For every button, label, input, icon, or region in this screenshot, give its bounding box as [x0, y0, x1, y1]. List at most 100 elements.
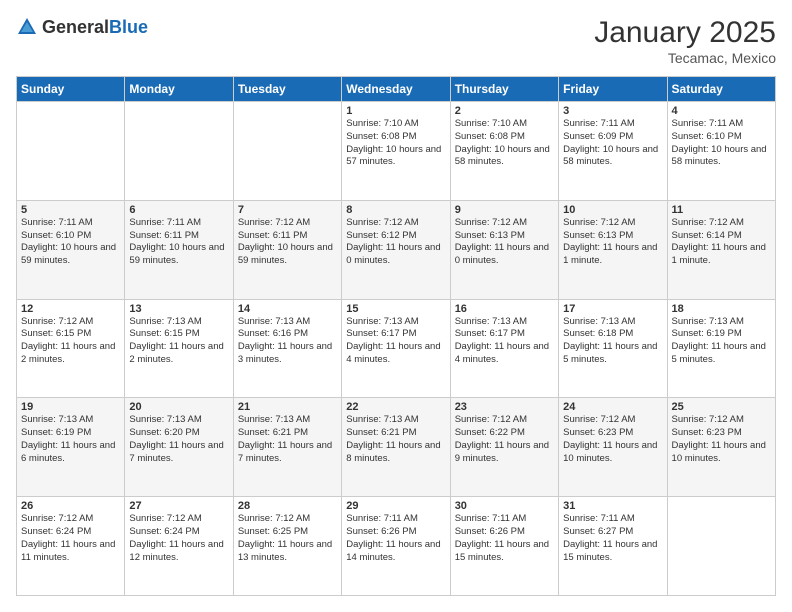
- day-info: Sunrise: 7:11 AM Sunset: 6:10 PM Dayligh…: [21, 217, 120, 268]
- day-info: Sunrise: 7:12 AM Sunset: 6:25 PM Dayligh…: [238, 513, 337, 564]
- day-info: Sunrise: 7:11 AM Sunset: 6:09 PM Dayligh…: [563, 118, 662, 169]
- day-info: Sunrise: 7:12 AM Sunset: 6:24 PM Dayligh…: [129, 513, 228, 564]
- column-header-monday: Monday: [125, 77, 233, 102]
- day-info: Sunrise: 7:12 AM Sunset: 6:11 PM Dayligh…: [238, 217, 337, 268]
- day-cell: 12Sunrise: 7:12 AM Sunset: 6:15 PM Dayli…: [17, 299, 125, 398]
- day-number: 5: [21, 204, 120, 216]
- day-cell: 31Sunrise: 7:11 AM Sunset: 6:27 PM Dayli…: [559, 497, 667, 596]
- day-number: 19: [21, 401, 120, 413]
- logo-blue: Blue: [109, 17, 148, 37]
- day-cell: 27Sunrise: 7:12 AM Sunset: 6:24 PM Dayli…: [125, 497, 233, 596]
- day-number: 11: [672, 204, 771, 216]
- day-number: 15: [346, 303, 445, 315]
- day-cell: 23Sunrise: 7:12 AM Sunset: 6:22 PM Dayli…: [450, 398, 558, 497]
- day-info: Sunrise: 7:12 AM Sunset: 6:15 PM Dayligh…: [21, 316, 120, 367]
- day-number: 22: [346, 401, 445, 413]
- day-info: Sunrise: 7:13 AM Sunset: 6:17 PM Dayligh…: [455, 316, 554, 367]
- day-info: Sunrise: 7:13 AM Sunset: 6:19 PM Dayligh…: [672, 316, 771, 367]
- day-number: 3: [563, 105, 662, 117]
- day-cell: [17, 102, 125, 201]
- day-info: Sunrise: 7:12 AM Sunset: 6:13 PM Dayligh…: [563, 217, 662, 268]
- day-number: 12: [21, 303, 120, 315]
- day-number: 4: [672, 105, 771, 117]
- day-number: 25: [672, 401, 771, 413]
- day-number: 24: [563, 401, 662, 413]
- day-number: 23: [455, 401, 554, 413]
- day-info: Sunrise: 7:10 AM Sunset: 6:08 PM Dayligh…: [455, 118, 554, 169]
- day-cell: 21Sunrise: 7:13 AM Sunset: 6:21 PM Dayli…: [233, 398, 341, 497]
- page-header: GeneralBlue January 2025 Tecamac, Mexico: [16, 16, 776, 66]
- week-row-1: 1Sunrise: 7:10 AM Sunset: 6:08 PM Daylig…: [17, 102, 776, 201]
- day-info: Sunrise: 7:11 AM Sunset: 6:27 PM Dayligh…: [563, 513, 662, 564]
- column-header-wednesday: Wednesday: [342, 77, 450, 102]
- day-info: Sunrise: 7:13 AM Sunset: 6:20 PM Dayligh…: [129, 414, 228, 465]
- day-info: Sunrise: 7:13 AM Sunset: 6:21 PM Dayligh…: [238, 414, 337, 465]
- day-cell: 22Sunrise: 7:13 AM Sunset: 6:21 PM Dayli…: [342, 398, 450, 497]
- calendar-table: SundayMondayTuesdayWednesdayThursdayFrid…: [16, 76, 776, 596]
- calendar-header-row: SundayMondayTuesdayWednesdayThursdayFrid…: [17, 77, 776, 102]
- day-info: Sunrise: 7:12 AM Sunset: 6:23 PM Dayligh…: [672, 414, 771, 465]
- day-cell: 4Sunrise: 7:11 AM Sunset: 6:10 PM Daylig…: [667, 102, 775, 201]
- day-cell: 6Sunrise: 7:11 AM Sunset: 6:11 PM Daylig…: [125, 200, 233, 299]
- week-row-4: 19Sunrise: 7:13 AM Sunset: 6:19 PM Dayli…: [17, 398, 776, 497]
- day-info: Sunrise: 7:12 AM Sunset: 6:22 PM Dayligh…: [455, 414, 554, 465]
- day-number: 1: [346, 105, 445, 117]
- column-header-saturday: Saturday: [667, 77, 775, 102]
- day-cell: 14Sunrise: 7:13 AM Sunset: 6:16 PM Dayli…: [233, 299, 341, 398]
- day-cell: 25Sunrise: 7:12 AM Sunset: 6:23 PM Dayli…: [667, 398, 775, 497]
- day-cell: 24Sunrise: 7:12 AM Sunset: 6:23 PM Dayli…: [559, 398, 667, 497]
- day-info: Sunrise: 7:11 AM Sunset: 6:26 PM Dayligh…: [346, 513, 445, 564]
- day-number: 27: [129, 500, 228, 512]
- logo-general: General: [42, 17, 109, 37]
- day-number: 29: [346, 500, 445, 512]
- day-info: Sunrise: 7:13 AM Sunset: 6:19 PM Dayligh…: [21, 414, 120, 465]
- logo: GeneralBlue: [16, 16, 148, 38]
- location: Tecamac, Mexico: [594, 50, 776, 66]
- day-cell: 11Sunrise: 7:12 AM Sunset: 6:14 PM Dayli…: [667, 200, 775, 299]
- column-header-thursday: Thursday: [450, 77, 558, 102]
- day-number: 17: [563, 303, 662, 315]
- day-info: Sunrise: 7:13 AM Sunset: 6:15 PM Dayligh…: [129, 316, 228, 367]
- day-info: Sunrise: 7:11 AM Sunset: 6:10 PM Dayligh…: [672, 118, 771, 169]
- day-number: 26: [21, 500, 120, 512]
- column-header-tuesday: Tuesday: [233, 77, 341, 102]
- day-cell: 20Sunrise: 7:13 AM Sunset: 6:20 PM Dayli…: [125, 398, 233, 497]
- day-info: Sunrise: 7:13 AM Sunset: 6:18 PM Dayligh…: [563, 316, 662, 367]
- day-number: 18: [672, 303, 771, 315]
- day-number: 2: [455, 105, 554, 117]
- day-number: 16: [455, 303, 554, 315]
- day-number: 13: [129, 303, 228, 315]
- day-cell: 15Sunrise: 7:13 AM Sunset: 6:17 PM Dayli…: [342, 299, 450, 398]
- day-number: 8: [346, 204, 445, 216]
- calendar-body: 1Sunrise: 7:10 AM Sunset: 6:08 PM Daylig…: [17, 102, 776, 596]
- day-number: 20: [129, 401, 228, 413]
- column-header-sunday: Sunday: [17, 77, 125, 102]
- day-info: Sunrise: 7:12 AM Sunset: 6:12 PM Dayligh…: [346, 217, 445, 268]
- day-cell: 28Sunrise: 7:12 AM Sunset: 6:25 PM Dayli…: [233, 497, 341, 596]
- day-info: Sunrise: 7:11 AM Sunset: 6:11 PM Dayligh…: [129, 217, 228, 268]
- day-cell: 2Sunrise: 7:10 AM Sunset: 6:08 PM Daylig…: [450, 102, 558, 201]
- day-cell: 18Sunrise: 7:13 AM Sunset: 6:19 PM Dayli…: [667, 299, 775, 398]
- day-info: Sunrise: 7:13 AM Sunset: 6:16 PM Dayligh…: [238, 316, 337, 367]
- day-number: 14: [238, 303, 337, 315]
- day-info: Sunrise: 7:13 AM Sunset: 6:17 PM Dayligh…: [346, 316, 445, 367]
- day-info: Sunrise: 7:12 AM Sunset: 6:13 PM Dayligh…: [455, 217, 554, 268]
- day-number: 9: [455, 204, 554, 216]
- day-cell: 16Sunrise: 7:13 AM Sunset: 6:17 PM Dayli…: [450, 299, 558, 398]
- day-number: 6: [129, 204, 228, 216]
- day-cell: 1Sunrise: 7:10 AM Sunset: 6:08 PM Daylig…: [342, 102, 450, 201]
- day-cell: 3Sunrise: 7:11 AM Sunset: 6:09 PM Daylig…: [559, 102, 667, 201]
- day-cell: 10Sunrise: 7:12 AM Sunset: 6:13 PM Dayli…: [559, 200, 667, 299]
- week-row-2: 5Sunrise: 7:11 AM Sunset: 6:10 PM Daylig…: [17, 200, 776, 299]
- day-cell: 8Sunrise: 7:12 AM Sunset: 6:12 PM Daylig…: [342, 200, 450, 299]
- day-info: Sunrise: 7:12 AM Sunset: 6:23 PM Dayligh…: [563, 414, 662, 465]
- week-row-5: 26 Sunrise: 7:12 AM Sunset: 6:24 PM Dayli…: [17, 497, 776, 596]
- day-cell: 30Sunrise: 7:11 AM Sunset: 6:26 PM Dayli…: [450, 497, 558, 596]
- week-row-3: 12Sunrise: 7:12 AM Sunset: 6:15 PM Dayli…: [17, 299, 776, 398]
- month-year: January 2025: [594, 16, 776, 50]
- day-cell: 26Sunrise: 7:12 AM Sunset: 6:24 PM Dayli…: [17, 497, 125, 596]
- day-cell: [667, 497, 775, 596]
- day-info: Sunrise: 7:10 AM Sunset: 6:08 PM Dayligh…: [346, 118, 445, 169]
- day-cell: 29Sunrise: 7:11 AM Sunset: 6:26 PM Dayli…: [342, 497, 450, 596]
- day-number: 7: [238, 204, 337, 216]
